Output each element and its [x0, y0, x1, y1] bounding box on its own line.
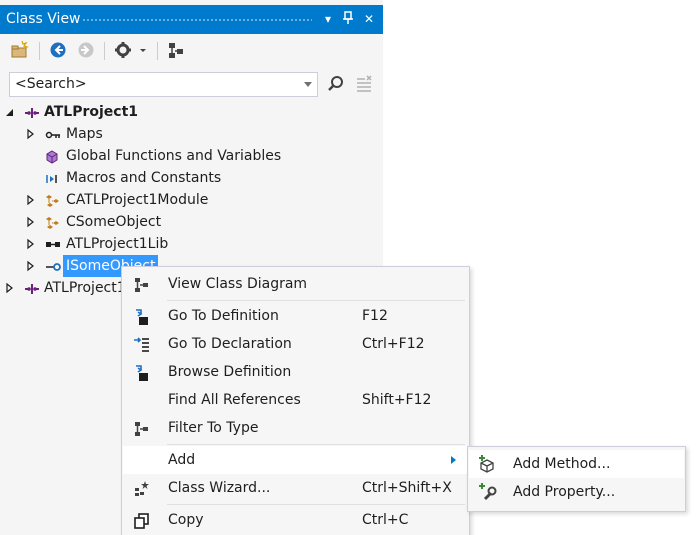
tree-root-row[interactable]: ATLProject1 [0, 101, 383, 123]
macro-icon [45, 171, 61, 185]
submenu-item-label: Add Method... [513, 456, 611, 472]
class-wizard-icon [133, 480, 151, 498]
class-icon [45, 193, 61, 207]
menu-item-go-to-definition[interactable]: Go To Definition F12 [123, 302, 469, 330]
tree-item-maps[interactable]: Maps [0, 123, 383, 145]
tree-item-macros[interactable]: Macros and Constants [0, 167, 383, 189]
submenu-item-add-method[interactable]: Add Method... [469, 450, 684, 478]
add-property-icon [477, 483, 497, 501]
submenu-arrow-icon [451, 456, 456, 464]
tree-item-atlproject1lib[interactable]: ATLProject1Lib [0, 233, 383, 255]
menu-item-label: Go To Definition [168, 308, 279, 324]
settings-icon[interactable] [113, 40, 133, 60]
menu-item-add[interactable]: Add [123, 446, 469, 474]
menu-item-shortcut: Ctrl+C [362, 512, 409, 528]
search-history-dropdown-icon[interactable] [304, 82, 312, 87]
menu-item-shortcut: Ctrl+Shift+X [362, 480, 452, 496]
menu-item-label: Browse Definition [168, 364, 292, 380]
back-icon[interactable] [48, 40, 68, 60]
interface-icon [45, 259, 61, 273]
class-icon [45, 215, 61, 229]
menu-item-label: Go To Declaration [168, 336, 292, 352]
menu-item-label: Copy [168, 512, 204, 528]
menu-separator [167, 504, 465, 505]
menu-item-label: Filter To Type [168, 420, 259, 436]
menu-item-label: Add [168, 452, 196, 468]
panel-title: Class View [6, 11, 81, 27]
menu-item-go-to-declaration[interactable]: Go To Declaration Ctrl+F12 [123, 330, 469, 358]
collapse-arrow-icon[interactable] [5, 101, 15, 123]
tree-item-label: Global Functions and Variables [66, 148, 282, 164]
menu-item-shortcut: Shift+F12 [362, 392, 432, 408]
project-icon [24, 281, 40, 295]
expand-arrow-icon[interactable] [26, 189, 36, 211]
menu-separator [167, 444, 465, 445]
menu-item-label: Find All References [168, 392, 301, 408]
tree-item-label: CSomeObject [66, 214, 162, 230]
menu-item-shortcut: F12 [362, 308, 388, 324]
new-folder-icon[interactable] [10, 40, 30, 60]
expand-arrow-icon[interactable] [26, 255, 36, 277]
panel-menu-dropdown-icon[interactable]: ▾ [320, 11, 336, 27]
clear-search-icon[interactable] [354, 74, 374, 94]
titlebar-grip [82, 18, 312, 23]
panel-toolbar [0, 34, 383, 66]
expand-arrow-icon[interactable] [5, 277, 15, 299]
menu-item-shortcut: Ctrl+F12 [362, 336, 425, 352]
submenu-item-add-property[interactable]: Add Property... [469, 478, 684, 506]
class-diagram-icon [133, 276, 151, 294]
search-icon[interactable] [326, 74, 346, 94]
menu-item-filter-to-type[interactable]: Filter To Type [123, 414, 469, 442]
toolbar-separator [39, 42, 40, 60]
menu-separator [167, 300, 465, 301]
expand-arrow-icon[interactable] [26, 211, 36, 233]
menu-item-label: View Class Diagram [168, 276, 308, 292]
forward-icon[interactable] [76, 40, 96, 60]
search-placeholder: <Search> [15, 76, 87, 92]
menu-item-class-wizard[interactable]: Class Wizard... Ctrl+Shift+X [123, 474, 469, 502]
tree-item-global-functions[interactable]: Global Functions and Variables [0, 145, 383, 167]
close-icon[interactable]: ✕ [361, 11, 377, 27]
tree-item-label: CATLProject1Module [66, 192, 209, 208]
tree-item-label: Maps [66, 126, 103, 142]
menu-item-browse-definition[interactable]: Browse Definition [123, 358, 469, 386]
browse-definition-icon [133, 364, 151, 382]
menu-item-label: Class Wizard... [168, 480, 271, 496]
toolbar-separator [104, 42, 105, 60]
toolbar-separator [157, 42, 158, 60]
tree-second-root-label: ATLProject1 [44, 280, 126, 296]
project-icon [24, 105, 40, 119]
map-icon [45, 127, 61, 141]
tree-item-label: Macros and Constants [66, 170, 222, 186]
copy-icon [133, 512, 151, 530]
menu-item-view-class-diagram[interactable]: View Class Diagram [123, 270, 469, 298]
pin-icon[interactable] [340, 11, 356, 27]
add-method-icon [477, 455, 497, 473]
screen: Class View ▾ ✕ <Search> ATLProject1 Maps… [0, 0, 697, 535]
settings-dropdown-icon[interactable] [137, 40, 149, 60]
add-submenu: Add Method... Add Property... [467, 446, 686, 512]
tree-item-label: ATLProject1Lib [66, 236, 169, 252]
context-menu: View Class Diagram Go To Definition F12 … [121, 266, 470, 535]
search-input[interactable]: <Search> [9, 72, 318, 97]
menu-item-copy[interactable]: Copy Ctrl+C [123, 506, 469, 534]
class-diagram-icon[interactable] [166, 40, 186, 60]
menu-item-find-all-references[interactable]: Find All References Shift+F12 [123, 386, 469, 414]
filter-to-type-icon [133, 420, 151, 438]
panel-titlebar[interactable]: Class View ▾ ✕ [0, 5, 383, 34]
global-icon [45, 149, 61, 164]
expand-arrow-icon[interactable] [26, 233, 36, 255]
expand-arrow-icon[interactable] [26, 123, 36, 145]
tree-item-csomeobject[interactable]: CSomeObject [0, 211, 383, 233]
tree-item-catlproject1module[interactable]: CATLProject1Module [0, 189, 383, 211]
go-to-declaration-icon [133, 336, 151, 354]
go-to-definition-icon [133, 308, 151, 326]
tree-root-label: ATLProject1 [44, 104, 139, 120]
submenu-item-label: Add Property... [513, 484, 616, 500]
library-icon [45, 237, 61, 251]
